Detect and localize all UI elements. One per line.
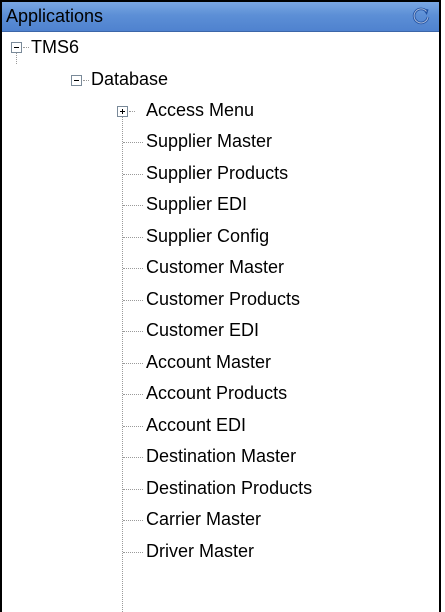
collapse-icon[interactable]	[71, 75, 82, 86]
tree-leaf-label: Account Products	[146, 383, 288, 403]
panel-titlebar: Applications	[2, 2, 439, 32]
panel-title: Applications	[6, 6, 104, 26]
refresh-icon[interactable]	[409, 5, 433, 29]
tree-node-label: Database	[91, 69, 169, 89]
tree-leaf-supplier-master[interactable]: Supplier Master	[2, 126, 439, 157]
tree-node-database[interactable]: Database	[2, 64, 439, 95]
application-tree: TMS6 Database Access Menu Supplier Maste…	[2, 32, 439, 612]
tree-leaf-destination-master[interactable]: Destination Master	[2, 441, 439, 472]
tree-leaf-supplier-products[interactable]: Supplier Products	[2, 158, 439, 189]
tree-node-access-menu[interactable]: Access Menu	[2, 95, 439, 126]
tree-leaf-label: Account EDI	[146, 415, 247, 435]
tree-leaf-supplier-edi[interactable]: Supplier EDI	[2, 189, 439, 220]
applications-panel: Applications TMS6 Database Access Menu S…	[0, 0, 441, 612]
tree-leaf-customer-products[interactable]: Customer Products	[2, 284, 439, 315]
tree-leaf-account-edi[interactable]: Account EDI	[2, 410, 439, 441]
collapse-icon[interactable]	[11, 42, 22, 53]
tree-leaf-account-master[interactable]: Account Master	[2, 347, 439, 378]
tree-leaf-label: Carrier Master	[146, 509, 262, 529]
tree-leaf-customer-master[interactable]: Customer Master	[2, 252, 439, 283]
tree-node-tms6[interactable]: TMS6	[2, 32, 439, 63]
tree-node-label: Access Menu	[146, 100, 255, 120]
expand-icon[interactable]	[117, 106, 128, 117]
tree-leaf-destination-products[interactable]: Destination Products	[2, 473, 439, 504]
tree-leaf-label: Destination Products	[146, 478, 313, 498]
tree-leaf-driver-master[interactable]: Driver Master	[2, 536, 439, 567]
tree-leaf-account-products[interactable]: Account Products	[2, 378, 439, 409]
tree-leaf-label: Driver Master	[146, 541, 255, 561]
tree-leaf-label: Customer Master	[146, 257, 285, 277]
tree-node-label: TMS6	[31, 37, 80, 57]
tree-leaf-label: Supplier Products	[146, 163, 289, 183]
tree-leaf-label: Supplier EDI	[146, 194, 248, 214]
tree-leaf-carrier-master[interactable]: Carrier Master	[2, 504, 439, 535]
tree-leaf-label: Supplier Master	[146, 131, 273, 151]
tree-leaf-label: Supplier Config	[146, 226, 270, 246]
tree-leaf-customer-edi[interactable]: Customer EDI	[2, 315, 439, 346]
tree-leaf-label: Destination Master	[146, 446, 297, 466]
tree-leaf-supplier-config[interactable]: Supplier Config	[2, 221, 439, 252]
tree-leaf-label: Customer Products	[146, 289, 301, 309]
tree-leaf-label: Account Master	[146, 352, 272, 372]
tree-leaf-label: Customer EDI	[146, 320, 260, 340]
